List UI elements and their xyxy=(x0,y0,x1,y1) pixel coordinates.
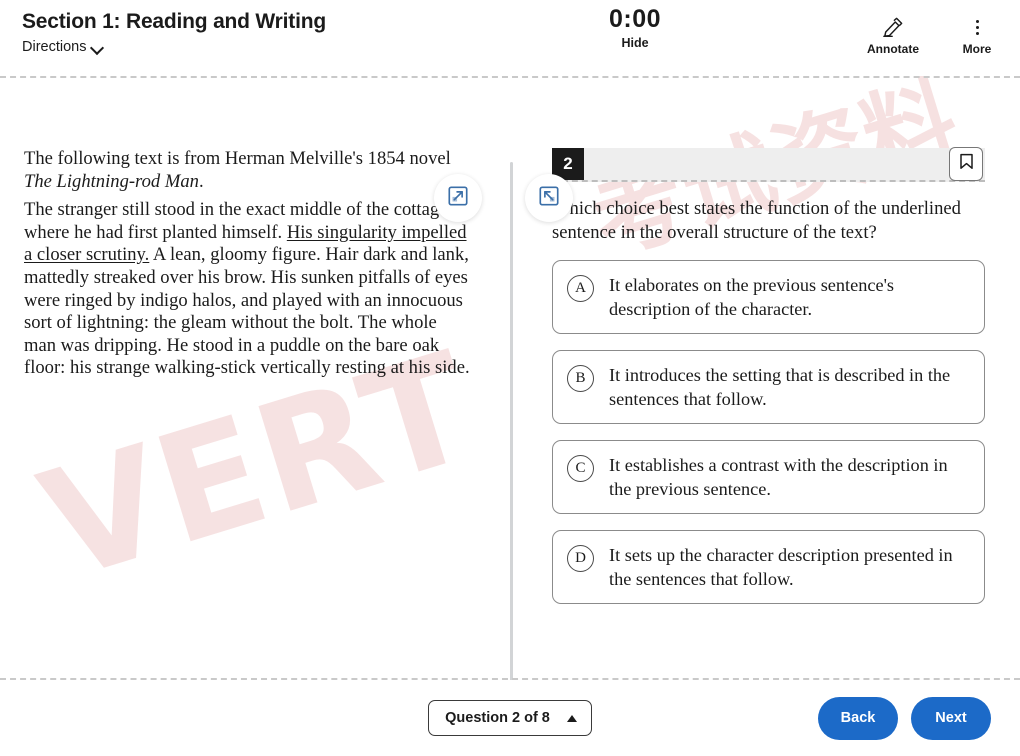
header-left-group: Section 1: Reading and Writing Direction… xyxy=(0,0,420,56)
question-navigator-button[interactable]: Question 2 of 8 xyxy=(428,700,592,736)
choice-letter-d: D xyxy=(567,545,594,572)
choice-option-c[interactable]: C It establishes a contrast with the des… xyxy=(552,440,985,514)
header-divider xyxy=(0,76,1020,78)
caret-up-icon xyxy=(566,714,577,722)
choice-list: A It elaborates on the previous sentence… xyxy=(552,260,985,604)
passage-body: The stranger still stood in the exact mi… xyxy=(24,199,470,380)
choice-letter-b: B xyxy=(567,365,594,392)
bookmark-icon xyxy=(959,153,974,175)
page-title: Section 1: Reading and Writing xyxy=(22,10,326,33)
choice-text-a: It elaborates on the previous sentence's… xyxy=(609,275,895,319)
choice-text-b: It introduces the setting that is descri… xyxy=(609,365,951,409)
passage-intro-after: . xyxy=(198,170,204,192)
back-button[interactable]: Back xyxy=(818,696,898,740)
footer-center-group: Question 2 of 8 xyxy=(420,700,600,736)
question-navigator-label: Question 2 of 8 xyxy=(445,710,550,726)
passage-pane: The following text is from Herman Melvil… xyxy=(0,76,510,676)
vertical-ellipsis-icon xyxy=(975,16,979,38)
timer-value: 0:00 xyxy=(608,5,662,33)
footer-nav-group: Back Next xyxy=(600,696,1020,740)
header-tools-group: Annotate More xyxy=(850,0,1020,56)
timer-group: 0:00 Hide xyxy=(420,0,850,52)
annotate-button[interactable]: Annotate xyxy=(862,16,924,56)
collapse-arrow-icon xyxy=(538,185,560,212)
more-label: More xyxy=(962,42,992,56)
next-button[interactable]: Next xyxy=(911,696,991,740)
annotate-label: Annotate xyxy=(867,42,919,56)
app-footer: Question 2 of 8 Back Next xyxy=(0,680,1020,756)
choice-letter-c: C xyxy=(567,455,594,482)
question-stem: Which choice best states the function of… xyxy=(552,198,961,243)
main-content-area: The following text is from Herman Melvil… xyxy=(0,76,1020,742)
directions-button[interactable]: Directions xyxy=(22,39,103,55)
highlighter-pen-icon xyxy=(882,16,904,38)
choice-text-d: It sets up the character description pre… xyxy=(609,545,953,589)
passage-text: The following text is from Herman Melvil… xyxy=(24,148,470,380)
question-header-bar: 2 xyxy=(552,147,985,182)
choice-option-a[interactable]: A It elaborates on the previous sentence… xyxy=(552,260,985,334)
chevron-down-icon xyxy=(92,42,103,53)
passage-intro: The following text is from Herman Melvil… xyxy=(24,148,470,193)
pane-divider-handle[interactable] xyxy=(510,162,513,742)
choice-option-d[interactable]: D It sets up the character description p… xyxy=(552,530,985,604)
bookmark-button[interactable] xyxy=(949,147,983,181)
expand-left-pane-button[interactable] xyxy=(434,174,482,222)
directions-label: Directions xyxy=(22,39,87,55)
app-header: Section 1: Reading and Writing Direction… xyxy=(0,0,1020,76)
choice-letter-a: A xyxy=(567,275,594,302)
more-button[interactable]: More xyxy=(946,16,1008,56)
passage-source-title: The Lightning-rod Man xyxy=(24,170,199,192)
timer-hide-button[interactable]: Hide xyxy=(621,36,648,50)
expand-right-pane-button[interactable] xyxy=(525,174,573,222)
choice-text-c: It establishes a contrast with the descr… xyxy=(609,455,948,499)
choice-option-b[interactable]: B It introduces the setting that is desc… xyxy=(552,350,985,424)
expand-arrow-icon xyxy=(447,185,469,212)
question-pane: 2 Which choice best states the function … xyxy=(510,76,1020,676)
passage-intro-before: The following text is from Herman Melvil… xyxy=(24,148,451,169)
